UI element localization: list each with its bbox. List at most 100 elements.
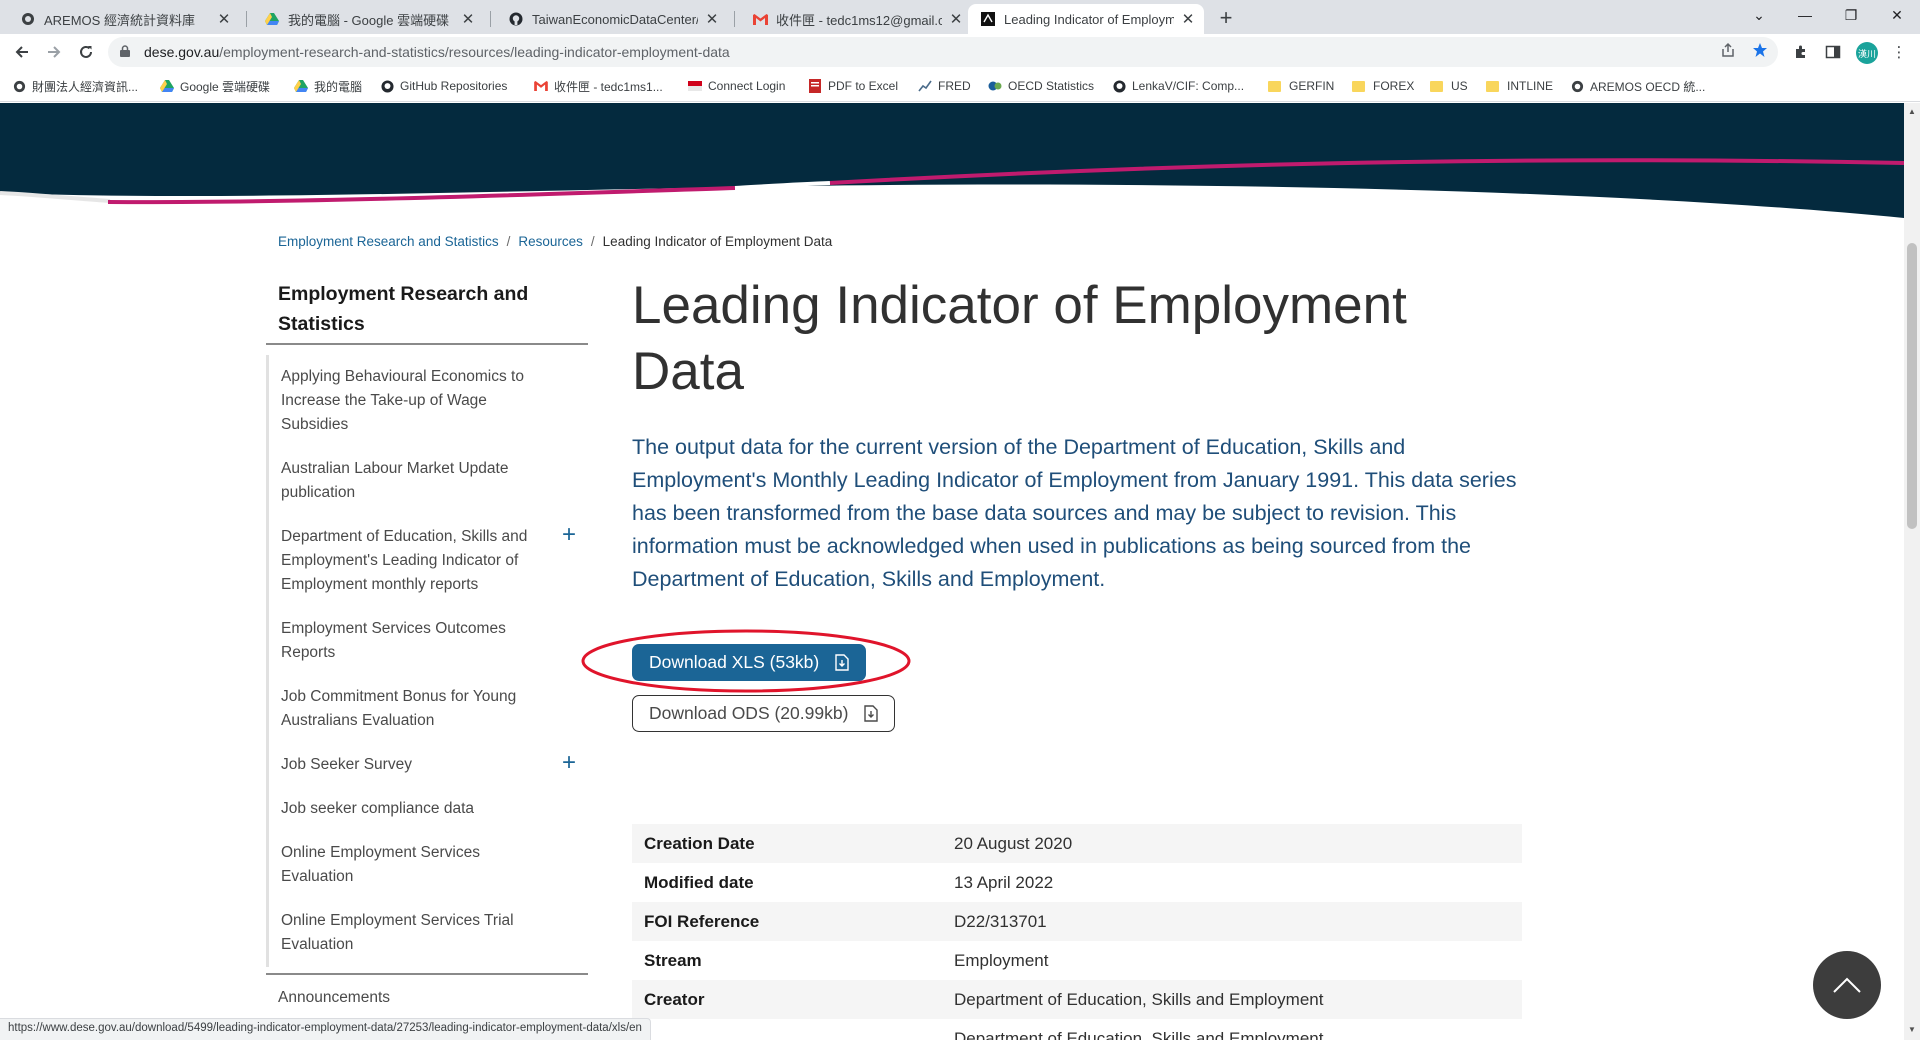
bookmark-item[interactable]: PDF to Excel (808, 77, 898, 95)
menu-icon[interactable]: ⋮ (1886, 39, 1912, 65)
bookmark-item[interactable]: FRED (918, 77, 971, 95)
sidenav-item[interactable]: Australian Labour Market Update publicat… (266, 447, 588, 515)
restore-button[interactable]: ❐ (1828, 0, 1874, 30)
sidenav-item[interactable]: Job Commitment Bonus for Young Australia… (266, 675, 588, 743)
bookmark-label: 我的電腦 (314, 79, 363, 94)
bookmark-folder[interactable]: GERFIN (1268, 77, 1334, 95)
site-icon (980, 11, 996, 27)
browser-tab-active[interactable]: Leading Indicator of Employme ✕ (968, 4, 1204, 34)
metadata-value: Department of Education, Skills and Empl… (954, 989, 1324, 1009)
scroll-down-arrow-icon[interactable]: ▼ (1908, 1025, 1916, 1034)
scrollbar-thumb[interactable] (1907, 243, 1917, 529)
sidenav-item[interactable]: Applying Behavioural Economics to Increa… (266, 355, 588, 447)
browser-tab[interactable]: AREMOS 經濟統計資料庫 ✕ (8, 4, 240, 34)
metadata-key: Creation Date (644, 833, 755, 853)
scroll-up-arrow-icon[interactable]: ▲ (1908, 107, 1916, 116)
profile-avatar[interactable]: 漢川 (1856, 42, 1878, 64)
bookmark-label: 收件匣 - tedc1ms1... (554, 79, 663, 94)
metadata-value: 13 April 2022 (954, 872, 1054, 892)
bookmark-item[interactable]: Google 雲端硬碟 (160, 77, 270, 95)
reload-button[interactable] (72, 38, 100, 66)
close-icon[interactable]: ✕ (948, 11, 964, 28)
close-icon[interactable]: ✕ (460, 11, 476, 28)
bookmark-folder[interactable]: FOREX (1352, 77, 1414, 95)
bookmark-item[interactable]: 我的電腦 (294, 77, 362, 95)
new-tab-button[interactable]: + (1212, 4, 1240, 32)
bookmark-label: AREMOS OECD 統... (1590, 79, 1706, 94)
breadcrumb-separator: / (506, 234, 511, 249)
bookmark-label: GERFIN (1289, 79, 1335, 93)
close-icon[interactable]: ✕ (704, 11, 720, 28)
folder-icon (1430, 80, 1443, 92)
bookmark-star-icon[interactable] (1752, 42, 1768, 62)
bookmark-folder[interactable]: US (1430, 77, 1468, 95)
sidenav-item[interactable]: Job seeker compliance data (266, 787, 588, 831)
bookmark-folder[interactable]: INTLINE (1486, 77, 1553, 95)
table-row: FOI Reference D22/313701 (632, 902, 1522, 941)
table-row: Creation Date 20 August 2020 (632, 824, 1522, 863)
bookmark-item[interactable]: OECD Statistics (988, 77, 1094, 95)
extensions-icon[interactable] (1788, 39, 1814, 65)
address-bar[interactable]: dese.gov.au/employment-research-and-stat… (108, 37, 1778, 67)
browser-tab[interactable]: TaiwanEconomicDataCenter/U ✕ (496, 4, 728, 34)
sidenav-item[interactable]: Online Employment Services Evaluation (266, 831, 588, 899)
side-panel-icon[interactable] (1820, 39, 1846, 65)
close-icon[interactable]: ✕ (1180, 11, 1196, 28)
bookmark-label: Connect Login (708, 79, 786, 93)
sidenav-title[interactable]: Employment Research and Statistics (266, 279, 588, 345)
flag-icon (688, 79, 702, 93)
oecd-icon (988, 79, 1002, 93)
github-icon (508, 11, 524, 27)
expand-plus-icon[interactable]: + (562, 751, 576, 775)
globe-icon (12, 79, 26, 93)
close-icon[interactable]: ✕ (216, 11, 232, 28)
breadcrumb-link[interactable]: Employment Research and Statistics (278, 234, 499, 249)
sidenav-item-label: Job seeker compliance data (281, 800, 475, 817)
sidenav-item[interactable]: Employment Services Outcomes Reports (266, 607, 588, 675)
browser-tab[interactable]: 我的電腦 - Google 雲端硬碟 ✕ (252, 4, 484, 34)
table-row: Department of Education, Skills and Empl… (632, 1019, 1522, 1040)
bookmark-label: PDF to Excel (828, 79, 899, 93)
metadata-table: Creation Date 20 August 2020 Modified da… (632, 824, 1522, 1040)
bookmark-item[interactable]: AREMOS OECD 統... (1570, 77, 1705, 95)
table-row: Creator Department of Education, Skills … (632, 980, 1522, 1019)
sidenav-item-label: Job Seeker Survey (281, 756, 412, 773)
download-ods-button[interactable]: Download ODS (20.99kb) (632, 695, 896, 732)
share-icon[interactable] (1720, 42, 1736, 62)
breadcrumb-link[interactable]: Resources (518, 234, 583, 249)
tab-separator (490, 11, 491, 27)
sidenav-item-label: Online Employment Services Trial Evaluat… (281, 912, 514, 953)
bookmark-item[interactable]: GitHub Repositories (380, 77, 507, 95)
folder-icon (1352, 80, 1365, 92)
close-window-button[interactable]: ✕ (1874, 0, 1920, 30)
sidenav-item[interactable]: Job Seeker Survey + (266, 743, 588, 787)
github-icon (380, 79, 394, 93)
forward-button[interactable] (40, 38, 68, 66)
bookmark-item[interactable]: Connect Login (688, 77, 785, 95)
metadata-key: Creator (644, 989, 705, 1009)
sidenav-item-label: Department of Education, Skills and Empl… (281, 528, 528, 593)
header-banner (0, 103, 1904, 218)
page-scrollbar[interactable]: ▲ ▼ (1904, 103, 1920, 1040)
minimize-button[interactable]: — (1782, 0, 1828, 30)
chevron-up-icon (1833, 977, 1861, 993)
folder-icon (1486, 80, 1499, 92)
bookmark-item[interactable]: 財團法人經濟資訊... (12, 77, 138, 95)
link-status-bar: https://www.dese.gov.au/download/5499/le… (0, 1018, 651, 1040)
sidenav-item[interactable]: Department of Education, Skills and Empl… (266, 515, 588, 607)
bookmark-item[interactable]: 收件匣 - tedc1ms1... (534, 77, 663, 95)
bookmark-label: GitHub Repositories (400, 79, 508, 93)
sidenav-announcements[interactable]: Announcements (266, 973, 588, 1007)
back-button[interactable] (8, 38, 36, 66)
metadata-key (632, 1019, 942, 1040)
tab-title: Leading Indicator of Employme (1004, 11, 1174, 27)
expand-plus-icon[interactable]: + (562, 523, 576, 547)
browser-tab[interactable]: 收件匣 - tedc1ms12@gmail.co ✕ (740, 4, 972, 34)
tab-strip: AREMOS 經濟統計資料庫 ✕ 我的電腦 - Google 雲端硬碟 ✕ Ta… (0, 0, 1920, 34)
side-navigation: Employment Research and Statistics Apply… (266, 279, 588, 1007)
tab-search-icon[interactable]: ⌄ (1736, 0, 1782, 30)
github-icon (1112, 79, 1126, 93)
bookmark-item[interactable]: LenkaV/CIF: Comp... (1112, 77, 1244, 95)
back-to-top-button[interactable] (1813, 951, 1881, 1019)
sidenav-item[interactable]: Online Employment Services Trial Evaluat… (266, 899, 588, 967)
